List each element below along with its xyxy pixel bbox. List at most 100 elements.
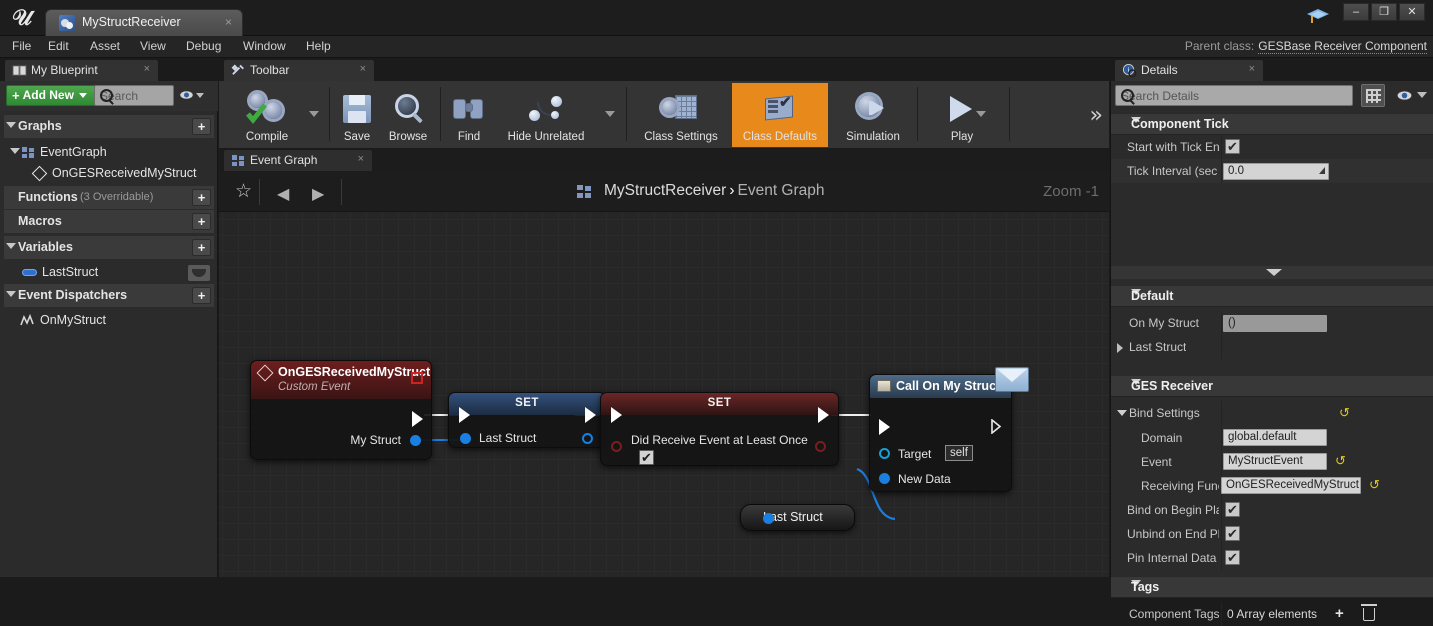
back-arrow-icon[interactable]: ◀ — [277, 184, 289, 204]
close-icon[interactable]: × — [1249, 63, 1255, 75]
menu-window[interactable]: Window — [243, 39, 286, 53]
reset-icon[interactable]: ↺ — [1335, 454, 1346, 467]
data-output-pin[interactable] — [582, 433, 593, 444]
section-variables[interactable]: Variables + — [4, 236, 214, 259]
section-default[interactable]: Default — [1111, 285, 1433, 307]
tab-my-blueprint[interactable]: My Blueprint × — [4, 59, 159, 81]
exec-input-pin[interactable] — [879, 419, 890, 435]
class-defaults-button[interactable]: ✔ Class Defaults — [732, 83, 828, 147]
text-input-domain[interactable]: global.default — [1223, 429, 1327, 446]
section-event-dispatchers[interactable]: Event Dispatchers + — [4, 284, 214, 307]
close-icon[interactable]: × — [144, 63, 150, 75]
variable-visibility-toggle[interactable] — [188, 265, 210, 281]
delete-icon[interactable] — [1361, 604, 1377, 621]
add-macro-button[interactable]: + — [192, 213, 211, 230]
exec-output-pin[interactable] — [991, 419, 1001, 434]
tab-details[interactable]: i Details × — [1114, 59, 1264, 81]
add-graph-button[interactable]: + — [192, 118, 211, 135]
data-output-pin-bool[interactable] — [815, 441, 826, 452]
tab-event-graph[interactable]: Event Graph × — [223, 149, 373, 171]
exec-input-pin[interactable] — [459, 407, 470, 423]
add-dispatcher-button[interactable]: + — [192, 287, 211, 304]
exec-input-pin[interactable] — [611, 407, 622, 423]
maximize-button[interactable]: ❐ — [1371, 3, 1397, 21]
eye-icon[interactable] — [179, 90, 194, 100]
text-input-receiving-function[interactable]: OnGESReceivedMyStruct — [1221, 477, 1361, 494]
menu-file[interactable]: File — [12, 39, 31, 53]
find-button[interactable]: Find — [447, 83, 491, 147]
section-graphs[interactable]: Graphs + — [4, 115, 214, 138]
menu-asset[interactable]: Asset — [90, 39, 120, 53]
node-set-last-struct[interactable]: SET Last Struct — [448, 392, 606, 448]
tab-toolbar[interactable]: Toolbar × — [223, 59, 375, 81]
close-icon[interactable]: × — [360, 63, 366, 75]
add-new-button[interactable]: + Add New — [6, 85, 96, 106]
text-input-event[interactable]: MyStructEvent — [1223, 453, 1327, 470]
exec-output-pin[interactable] — [412, 411, 423, 427]
hide-unrelated-dropdown-icon[interactable] — [605, 111, 615, 117]
data-input-pin-new-data[interactable] — [879, 473, 890, 484]
compile-button[interactable]: Compile — [227, 83, 307, 147]
close-window-button[interactable]: ✕ — [1399, 3, 1425, 21]
data-output-pin-my-struct[interactable] — [410, 435, 421, 446]
browse-button[interactable]: Browse — [379, 83, 437, 147]
document-tab-mystructreceiver[interactable]: MyStructReceiver × — [45, 9, 243, 36]
checkbox[interactable]: ✔ — [1225, 502, 1240, 517]
collapse-section-button[interactable] — [1111, 266, 1433, 279]
event-stop-icon[interactable] — [411, 372, 423, 384]
reset-icon[interactable]: ↺ — [1369, 478, 1380, 491]
number-input[interactable]: 0.0 — [1223, 163, 1329, 180]
exec-output-pin[interactable] — [585, 407, 596, 423]
menu-edit[interactable]: Edit — [48, 39, 69, 53]
section-tags[interactable]: Tags — [1111, 576, 1433, 598]
chevron-down-icon[interactable] — [1417, 92, 1427, 98]
close-icon[interactable]: × — [358, 153, 364, 165]
section-component-tick[interactable]: Component Tick — [1111, 113, 1433, 135]
data-input-pin-last-struct[interactable] — [460, 433, 471, 444]
chevron-down-icon[interactable] — [196, 93, 204, 98]
node-set-did-receive-event[interactable]: SET Did Receive Event at Least Once ✔ — [600, 392, 839, 466]
close-icon[interactable]: × — [225, 15, 232, 29]
bool-checkbox[interactable]: ✔ — [639, 450, 654, 465]
play-button[interactable]: Play — [924, 83, 1000, 147]
breadcrumb-root[interactable]: MyStructReceiver — [604, 182, 726, 199]
search-details-input[interactable]: Search Details — [1115, 85, 1353, 106]
node-last-struct-getter[interactable]: Last Struct — [740, 504, 855, 531]
graduation-cap-icon[interactable] — [1306, 5, 1330, 29]
item-on-my-struct-dispatcher[interactable]: OnMyStruct — [4, 309, 214, 332]
node-custom-event[interactable]: OnGESReceivedMyStruct Custom Event My St… — [250, 360, 432, 460]
data-input-pin-target[interactable] — [879, 448, 890, 459]
search-input[interactable]: Search — [94, 85, 174, 106]
event-graph-canvas[interactable]: OnGESReceivedMyStruct Custom Event My St… — [219, 212, 1109, 577]
class-settings-button[interactable]: Class Settings — [633, 83, 729, 147]
add-function-button[interactable]: + — [192, 189, 211, 206]
toolbar-overflow-icon[interactable]: » — [1090, 103, 1103, 128]
item-on-ges-received-my-struct[interactable]: OnGESReceivedMyStruct — [4, 162, 214, 185]
favorite-star-icon[interactable]: ☆ — [235, 182, 252, 201]
eye-icon[interactable] — [1396, 90, 1413, 101]
save-button[interactable]: Save — [335, 83, 379, 147]
grid-view-button[interactable] — [1361, 84, 1385, 107]
section-macros[interactable]: Macros + — [4, 210, 214, 233]
section-functions[interactable]: Functions (3 Overridable) + — [4, 186, 214, 209]
forward-arrow-icon[interactable]: ▶ — [312, 184, 324, 204]
hide-unrelated-button[interactable]: Hide Unrelated — [491, 83, 601, 147]
menu-help[interactable]: Help — [306, 39, 331, 53]
text-value[interactable]: () — [1223, 315, 1327, 332]
section-ges-receiver[interactable]: GES Receiver — [1111, 375, 1433, 397]
simulation-button[interactable]: Simulation — [831, 83, 915, 147]
item-event-graph[interactable]: EventGraph — [4, 141, 214, 164]
data-output-pin[interactable] — [763, 513, 774, 524]
checkbox[interactable]: ✔ — [1225, 139, 1240, 154]
add-array-element-button[interactable]: + — [1335, 606, 1344, 621]
node-call-on-my-struct[interactable]: Call On My Struct Target self New Data — [869, 374, 1012, 492]
breadcrumb-current[interactable]: Event Graph — [737, 182, 824, 199]
play-dropdown-icon[interactable] — [976, 111, 986, 117]
target-self-value[interactable]: self — [945, 445, 973, 461]
row-last-struct[interactable]: Last Struct — [1111, 335, 1433, 359]
menu-debug[interactable]: Debug — [186, 39, 221, 53]
checkbox[interactable]: ✔ — [1225, 526, 1240, 541]
row-bind-settings[interactable]: Bind Settings ↺ — [1111, 401, 1433, 425]
compile-dropdown-icon[interactable] — [309, 111, 319, 117]
exec-output-pin[interactable] — [818, 407, 829, 423]
